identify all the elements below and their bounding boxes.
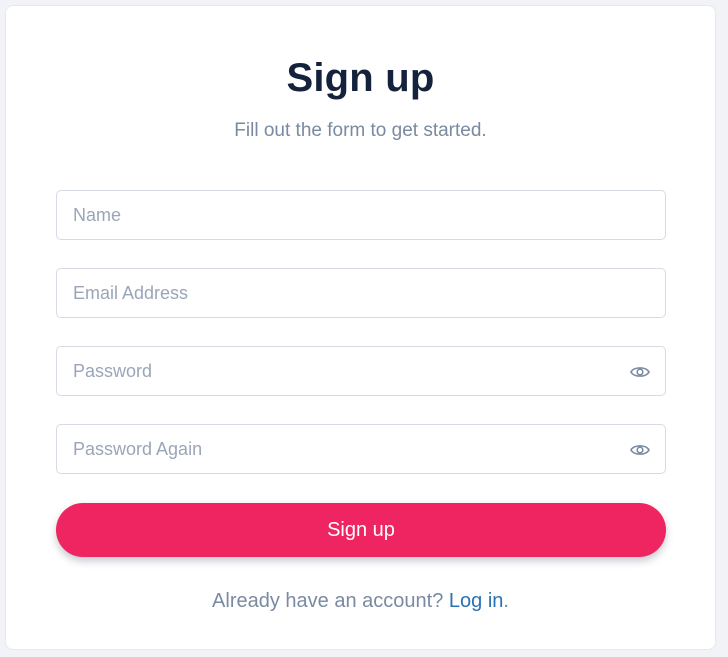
eye-icon[interactable] bbox=[629, 362, 651, 382]
page-subtitle: Fill out the form to get started. bbox=[234, 120, 487, 141]
signup-button[interactable]: Sign up bbox=[56, 503, 666, 557]
eye-icon[interactable] bbox=[629, 440, 651, 460]
page-title: Sign up bbox=[286, 56, 435, 100]
login-link[interactable]: Log in bbox=[449, 590, 504, 612]
email-input[interactable] bbox=[57, 269, 665, 317]
signup-card: Sign up Fill out the form to get started… bbox=[5, 5, 716, 650]
password-again-field[interactable] bbox=[56, 424, 666, 474]
password-field[interactable] bbox=[56, 346, 666, 396]
password-input[interactable] bbox=[57, 347, 665, 395]
password-again-input[interactable] bbox=[57, 425, 665, 473]
email-field[interactable] bbox=[56, 268, 666, 318]
login-prompt-suffix: . bbox=[503, 590, 509, 612]
name-input[interactable] bbox=[57, 191, 665, 239]
name-field[interactable] bbox=[56, 190, 666, 240]
login-prompt: Already have an account? Log in. bbox=[6, 590, 715, 613]
login-prompt-text: Already have an account? bbox=[212, 590, 444, 612]
